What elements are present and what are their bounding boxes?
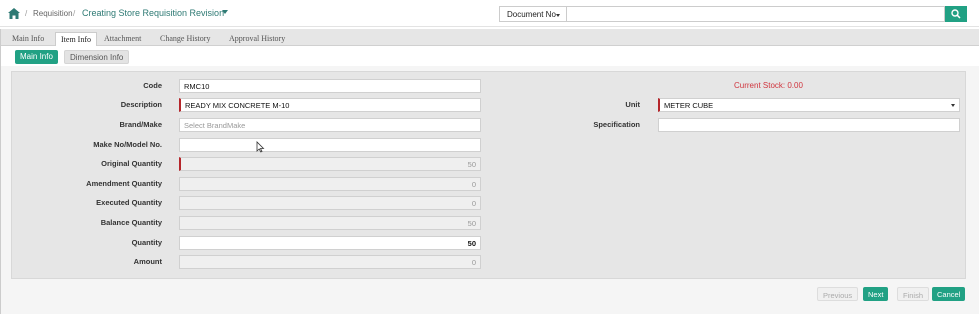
search-input[interactable] <box>567 6 945 22</box>
description-label: Description <box>120 100 162 109</box>
search-type-select[interactable]: Document No <box>499 6 567 22</box>
breadcrumb-separator: / <box>25 9 28 18</box>
page-title[interactable]: Creating Store Requisition Revision <box>82 8 224 18</box>
code-label: Code <box>143 81 162 90</box>
quantity-field[interactable]: 50 <box>179 236 481 250</box>
current-stock-text: Current Stock: 0.00 <box>734 81 803 90</box>
caret-down-icon <box>556 14 560 17</box>
tab-strip <box>1 29 979 46</box>
executed-quantity-label: Executed Quantity <box>96 198 162 207</box>
amendment-quantity-field: 0 <box>179 177 481 191</box>
cancel-button[interactable]: Cancel <box>932 287 966 301</box>
amount-label: Amount <box>133 257 162 266</box>
finish-button[interactable]: Finish <box>897 287 930 301</box>
subtab-dimension-info[interactable]: Dimension Info <box>64 50 130 64</box>
search-type-label: Document No <box>507 10 556 19</box>
search-icon <box>951 9 961 19</box>
specification-field[interactable] <box>658 118 960 132</box>
top-bar: / Requisition / Creating Store Requisiti… <box>0 0 979 27</box>
next-button[interactable]: Next <box>863 287 889 301</box>
tab-item-info[interactable]: Item Info <box>55 32 97 47</box>
search-button[interactable] <box>945 6 967 22</box>
make-model-label: Make No/Model No. <box>93 140 162 149</box>
amount-field: 0 <box>179 255 481 269</box>
caret-down-icon <box>951 104 955 107</box>
breadcrumb-requisition[interactable]: Requisition <box>33 9 73 18</box>
brand-make-select[interactable]: Select BrandMake <box>179 118 481 132</box>
quantity-label: Quantity <box>131 238 162 247</box>
description-field[interactable]: READY MIX CONCRETE M-10 <box>179 98 481 112</box>
tab-approval-history[interactable]: Approval History <box>229 32 285 46</box>
previous-button[interactable]: Previous <box>817 287 859 301</box>
home-icon[interactable] <box>8 8 20 19</box>
balance-quantity-field: 50 <box>179 216 481 230</box>
unit-select[interactable]: METER CUBE <box>658 98 960 112</box>
code-field[interactable]: RMC10 <box>179 79 481 93</box>
make-model-field[interactable] <box>179 138 481 152</box>
amendment-quantity-label: Amendment Quantity <box>86 179 162 188</box>
original-quantity-label: Original Quantity <box>101 159 162 168</box>
tab-main-info[interactable]: Main Info <box>12 32 44 46</box>
brand-make-label: Brand/Make <box>119 120 162 129</box>
executed-quantity-field: 0 <box>179 196 481 210</box>
subtab-main-info[interactable]: Main Info <box>15 50 58 64</box>
cursor-pointer-icon <box>256 141 265 153</box>
unit-value: METER CUBE <box>664 101 714 110</box>
tab-change-history[interactable]: Change History <box>160 32 210 46</box>
balance-quantity-label: Balance Quantity <box>100 218 162 227</box>
sub-tab-bar <box>1 46 979 66</box>
specification-label: Specification <box>593 120 640 129</box>
unit-label: Unit <box>625 100 640 109</box>
chevron-down-icon[interactable] <box>222 10 228 14</box>
breadcrumb-separator: / <box>73 9 76 18</box>
tab-attachment[interactable]: Attachment <box>104 32 141 46</box>
original-quantity-field: 50 <box>179 157 481 171</box>
